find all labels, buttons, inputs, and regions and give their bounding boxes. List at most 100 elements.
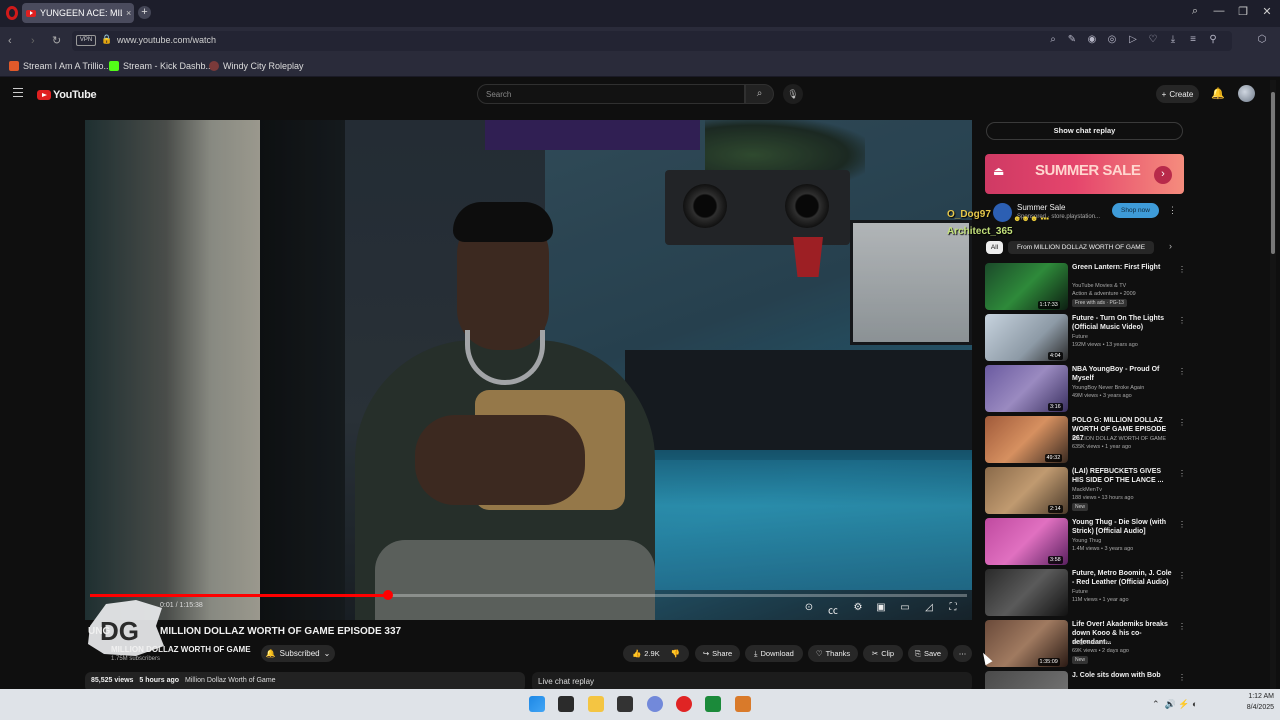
filter-chip-from-channel[interactable]: From MILLION DOLLAZ WORTH OF GAME [1008, 241, 1154, 254]
close-window-icon[interactable]: ✕ [1259, 5, 1275, 18]
recommended-video-title[interactable]: Young Thug - Die Slow (with Strick) [Off… [1072, 518, 1172, 536]
more-vertical-icon[interactable]: ⋮ [1178, 520, 1186, 529]
more-vertical-icon[interactable]: ⋮ [1178, 265, 1186, 274]
recommended-video-channel[interactable]: MILLION DOLLAZ WORTH OF GAME [1072, 436, 1166, 442]
video-thumbnail[interactable] [985, 569, 1068, 616]
recommended-video-title[interactable]: Future, Metro Boomin, J. Cole - Red Leat… [1072, 569, 1172, 587]
recommended-video-item[interactable]: 49:32 POLO G: MILLION DOLLAZ WORTH OF GAM… [985, 416, 1186, 464]
recommended-video-channel[interactable]: Future [1072, 589, 1088, 595]
recommended-video-channel[interactable]: YoungBoy Never Broke Again [1072, 385, 1144, 391]
save-button[interactable]: ⎘ Save [908, 645, 948, 662]
subscribed-button[interactable]: 🔔 Subscribed ⌄ [261, 645, 335, 662]
cast-icon[interactable]: ◿ [922, 602, 936, 613]
url-text[interactable]: www.youtube.com/watch [117, 35, 216, 45]
chips-next-icon[interactable]: › [1169, 241, 1172, 251]
reload-icon[interactable]: ↻ [52, 34, 61, 47]
like-dislike-group[interactable]: 👍 2.9K 👎 [623, 645, 689, 662]
file-explorer-icon[interactable] [588, 696, 604, 712]
chevron-right-icon[interactable]: › [1154, 166, 1172, 184]
autoplay-toggle-icon[interactable]: ⊙ [802, 602, 816, 613]
discord-icon[interactable] [647, 696, 663, 712]
ad-more-icon[interactable]: ⋮ [1168, 205, 1177, 216]
forward-icon[interactable]: › [31, 35, 35, 47]
opera-icon[interactable] [676, 696, 692, 712]
more-vertical-icon[interactable]: ⋮ [1178, 316, 1186, 325]
recommended-video-title[interactable]: J. Cole sits down with Bob [1072, 671, 1172, 680]
xbox-app-icon[interactable] [705, 696, 721, 712]
lock-icon[interactable]: 🔒 [101, 34, 112, 45]
recommended-video-title[interactable]: Green Lantern: First Flight [1072, 263, 1172, 272]
download-button[interactable]: ⤓ Download [745, 645, 803, 662]
recommended-video-channel[interactable]: King Akademiks [1072, 640, 1111, 646]
extensions-box-icon[interactable]: ⬡ [1255, 34, 1269, 45]
show-chat-replay-button[interactable]: Show chat replay [986, 122, 1183, 140]
recommended-video-item[interactable]: 3:58 Young Thug - Die Slow (with Strick) … [985, 518, 1186, 566]
bookmark-item[interactable]: Windy City Roleplay [209, 61, 304, 71]
recommended-video-item[interactable]: 2:14 (LAI) REFBUCKETS GIVES HIS SIDE OF T… [985, 467, 1186, 515]
recommended-video-channel[interactable]: YouTube Movies & TV [1072, 283, 1126, 289]
recommended-video-item[interactable]: 4:04 Future - Turn On The Lights (Officia… [985, 314, 1186, 362]
notifications-bell-icon[interactable]: 🔔 [1211, 87, 1225, 100]
search-button[interactable]: ⌕ [745, 84, 774, 104]
ad-banner[interactable]: ⏏ SUMMER SALE › [985, 154, 1184, 194]
clip-button[interactable]: ✂ Clip [863, 645, 903, 662]
youtube-logo[interactable]: YouTube [37, 89, 97, 101]
windows-start-icon[interactable] [529, 696, 545, 712]
terminal-icon[interactable] [617, 696, 633, 712]
video-player[interactable] [85, 120, 972, 620]
heart-icon[interactable]: ♡ [1146, 34, 1160, 45]
thumbs-down-icon[interactable]: 👎 [671, 649, 680, 658]
restore-icon[interactable]: ❐ [1235, 5, 1251, 18]
recommended-video-channel[interactable]: Young Thug [1072, 538, 1101, 544]
system-tray[interactable]: ⌃ 🔊 ⚡ ◐ [1152, 699, 1197, 710]
menu-icon[interactable]: ≡ [1186, 34, 1200, 45]
search-input[interactable]: Search [477, 84, 745, 104]
extension-icon[interactable]: ◎ [1105, 34, 1119, 45]
recommended-video-title[interactable]: Future - Turn On The Lights (Official Mu… [1072, 314, 1172, 332]
more-vertical-icon[interactable]: ⋮ [1178, 622, 1186, 631]
channel-name[interactable]: MILLION DOLLAZ WORTH OF GAME [111, 645, 251, 654]
bookmark-item[interactable]: Stream I Am A Trillio... [9, 61, 111, 71]
edit-icon[interactable]: ✎ [1065, 34, 1079, 45]
camera-icon[interactable]: ◉ [1085, 34, 1099, 45]
more-actions-button[interactable]: ⋯ [953, 645, 972, 662]
theater-mode-icon[interactable]: ▭ [898, 602, 912, 613]
filter-chip-all[interactable]: All [986, 241, 1003, 254]
recommended-video-title[interactable]: NBA YoungBoy - Proud Of Myself [1072, 365, 1172, 383]
more-vertical-icon[interactable]: ⋮ [1178, 469, 1186, 478]
taskbar-clock-time[interactable]: 1:12 AM [1234, 693, 1274, 700]
thanks-button[interactable]: ♡ Thanks [808, 645, 858, 662]
share-button[interactable]: ↪ Share [695, 645, 740, 662]
recommended-video-channel[interactable]: Future [1072, 334, 1088, 340]
task-view-icon[interactable] [558, 696, 574, 712]
more-vertical-icon[interactable]: ⋮ [1178, 571, 1186, 580]
recommended-video-item[interactable]: 1:17:33 Green Lantern: First Flight YouTub… [985, 263, 1186, 311]
profile-icon[interactable]: ⚲ [1206, 34, 1220, 45]
captions-icon[interactable]: ㏄ [826, 602, 840, 617]
recommended-video-item[interactable]: 1:35:09 Life Over! Akademiks breaks down … [985, 620, 1186, 668]
create-button[interactable]: + Create [1156, 85, 1199, 103]
zoom-icon[interactable]: ⌕ [1046, 34, 1060, 45]
app-icon[interactable] [735, 696, 751, 712]
thumbs-up-icon[interactable]: 👍 [632, 649, 641, 658]
recommended-video-channel[interactable]: MackMenTv [1072, 487, 1102, 493]
tab-close-icon[interactable]: × [126, 8, 131, 18]
voice-search-button[interactable]: 🎙 [783, 84, 803, 104]
recommended-video-item[interactable]: 3:16 NBA YoungBoy - Proud Of Myself YoungB… [985, 365, 1186, 413]
opera-logo-icon[interactable] [6, 6, 18, 20]
vpn-badge[interactable]: VPN [76, 35, 96, 46]
recommended-video-item[interactable]: Future, Metro Boomin, J. Cole - Red Leat… [985, 569, 1186, 617]
ad-title[interactable]: Summer Sale [1017, 203, 1065, 212]
recommended-video-title[interactable]: (LAI) REFBUCKETS GIVES HIS SIDE OF THE L… [1072, 467, 1172, 485]
more-vertical-icon[interactable]: ⋮ [1178, 367, 1186, 376]
more-vertical-icon[interactable]: ⋮ [1178, 673, 1186, 682]
back-icon[interactable]: ‹ [8, 35, 12, 47]
play-icon[interactable]: ▷ [1126, 34, 1140, 45]
browser-tab-active[interactable]: YUNGEEN ACE: MILLION × [22, 3, 134, 23]
bookmark-item[interactable]: Stream - Kick Dashb... [109, 61, 213, 71]
minimize-icon[interactable]: — [1211, 5, 1227, 17]
download-icon[interactable]: ⤓ [1166, 34, 1180, 45]
browser-search-icon[interactable]: ⌕ [1187, 5, 1203, 18]
taskbar-clock-date[interactable]: 8/4/2025 [1234, 704, 1274, 711]
fullscreen-icon[interactable]: ⛶ [946, 602, 960, 613]
